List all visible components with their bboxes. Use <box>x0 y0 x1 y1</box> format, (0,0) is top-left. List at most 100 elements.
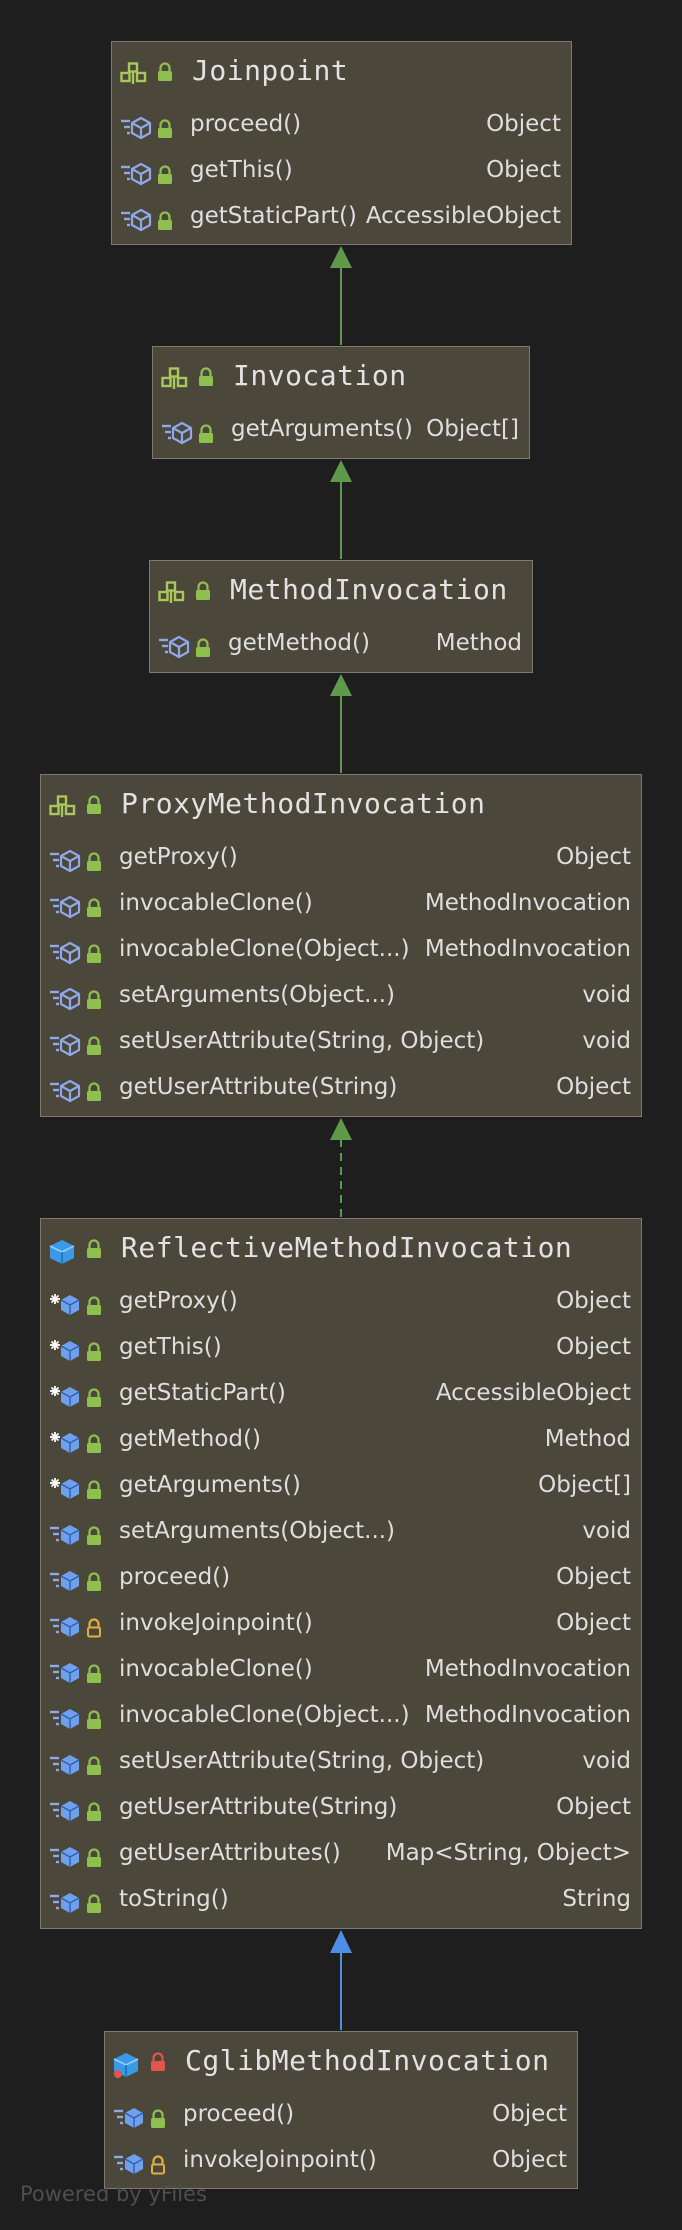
member-row[interactable]: setArguments(Object...) void <box>41 1511 641 1557</box>
return-type: AccessibleObject <box>365 203 561 229</box>
lock-icon <box>157 62 173 86</box>
method-name: setUserAttribute(String, Object) <box>119 1028 485 1054</box>
method-name: setArguments(Object...) <box>119 1518 396 1544</box>
abstract-method-icon <box>49 1033 83 1061</box>
method-icon <box>49 1615 83 1643</box>
member-row[interactable]: getMethod() Method <box>150 623 532 669</box>
node-header: ProxyMethodInvocation <box>41 775 641 837</box>
interface-icon <box>158 581 188 609</box>
lock-icon <box>86 1480 102 1504</box>
member-row[interactable]: invocableClone(Object...) MethodInvocati… <box>41 1695 641 1741</box>
member-row[interactable]: invocableClone() MethodInvocation <box>41 1649 641 1695</box>
member-row[interactable]: invokeJoinpoint() Object <box>41 1603 641 1649</box>
abstract-method-icon <box>49 849 83 877</box>
method-icon <box>49 1707 83 1735</box>
abstract-method-icon <box>49 1079 83 1107</box>
method-name: getThis() <box>190 157 293 183</box>
method-name: invokeJoinpoint() <box>119 1610 313 1636</box>
member-row[interactable]: proceed() Object <box>41 1557 641 1603</box>
member-row[interactable]: invokeJoinpoint() Object <box>105 2140 577 2186</box>
return-type: Object <box>556 1334 631 1360</box>
member-row[interactable]: proceed() Object <box>105 2094 577 2140</box>
abstract-method-icon <box>49 987 83 1015</box>
method-icon <box>49 1799 83 1827</box>
node-header: MethodInvocation <box>150 561 532 623</box>
member-row[interactable]: getUserAttribute(String) Object <box>41 1787 641 1833</box>
member-row[interactable]: setUserAttribute(String, Object) void <box>41 1021 641 1067</box>
method-name: proceed() <box>190 111 302 137</box>
method-name: getUserAttribute(String) <box>119 1074 398 1100</box>
member-row[interactable]: toString() String <box>41 1879 641 1925</box>
method-name: invocableClone(Object...) <box>119 1702 410 1728</box>
method-name: getStaticPart() <box>190 203 357 229</box>
node-cglibmethodinvocation[interactable]: CglibMethodInvocation proceed() Object i… <box>104 2031 578 2189</box>
node-joinpoint[interactable]: Joinpoint proceed() Object getThis() Obj… <box>111 41 572 245</box>
lock-icon <box>86 1848 102 1872</box>
return-type: MethodInvocation <box>424 1702 631 1728</box>
abstract-method-icon <box>49 895 83 923</box>
method-name: getMethod() <box>119 1426 261 1452</box>
method-name: toString() <box>119 1886 229 1912</box>
abstract-method-icon <box>49 941 83 969</box>
lock-icon <box>86 1572 102 1596</box>
lock-icon <box>86 1894 102 1918</box>
node-proxymethodinvocation[interactable]: ProxyMethodInvocation getProxy() Object … <box>40 774 642 1117</box>
return-type: Object <box>556 844 631 870</box>
return-type: Map<String, Object> <box>385 1840 631 1866</box>
abstract-method-icon <box>120 208 154 236</box>
lock-icon <box>86 990 102 1014</box>
lock-icon <box>198 424 214 448</box>
return-type: Object <box>556 1794 631 1820</box>
member-row[interactable]: getStaticPart() AccessibleObject <box>41 1373 641 1419</box>
node-title: ProxyMethodInvocation <box>121 787 486 820</box>
member-row[interactable]: getArguments() Object[] <box>41 1465 641 1511</box>
member-row[interactable]: proceed() Object <box>112 104 571 150</box>
method-icon <box>49 1569 83 1597</box>
member-row[interactable]: getUserAttribute(String) Object <box>41 1067 641 1113</box>
lock-icon <box>195 581 211 605</box>
return-type: MethodInvocation <box>424 1656 631 1682</box>
node-reflectivemethodinvocation[interactable]: ReflectiveMethodInvocation getProxy() Ob… <box>40 1218 642 1929</box>
member-row[interactable]: invocableClone(Object...) MethodInvocati… <box>41 929 641 975</box>
lock-icon <box>198 367 214 391</box>
member-row[interactable]: getProxy() Object <box>41 837 641 883</box>
return-type: Object <box>486 157 561 183</box>
node-title: CglibMethodInvocation <box>185 2044 550 2077</box>
method-name: invocableClone() <box>119 890 313 916</box>
lock-icon <box>86 1526 102 1550</box>
node-title: MethodInvocation <box>230 573 508 606</box>
member-row[interactable]: invocableClone() MethodInvocation <box>41 883 641 929</box>
node-header: ReflectiveMethodInvocation <box>41 1219 641 1281</box>
abstract-method-icon <box>120 162 154 190</box>
member-row[interactable]: getMethod() Method <box>41 1419 641 1465</box>
method-name: getThis() <box>119 1334 222 1360</box>
method-name: getProxy() <box>119 1288 238 1314</box>
member-row[interactable]: getThis() Object <box>112 150 571 196</box>
method-name: invocableClone(Object...) <box>119 936 410 962</box>
arrowhead-methodinvocation <box>330 674 352 696</box>
method-icon <box>113 2106 147 2134</box>
node-methodinvocation[interactable]: MethodInvocation getMethod() Method <box>149 560 533 673</box>
lock-icon <box>86 1388 102 1412</box>
powered-by-footer: Powered by yFiles <box>20 2182 207 2206</box>
member-row[interactable]: getThis() Object <box>41 1327 641 1373</box>
return-type: String <box>562 1886 631 1912</box>
return-type: MethodInvocation <box>424 890 631 916</box>
member-row[interactable]: setArguments(Object...) void <box>41 975 641 1021</box>
lock-icon <box>86 1296 102 1320</box>
member-row[interactable]: getProxy() Object <box>41 1281 641 1327</box>
method-name: getStaticPart() <box>119 1380 286 1406</box>
member-row[interactable]: getArguments() Object[] <box>153 409 529 455</box>
method-name: proceed() <box>183 2101 295 2127</box>
method-icon <box>49 1661 83 1689</box>
lock-icon <box>86 1239 102 1263</box>
method-name: getArguments() <box>231 416 413 442</box>
member-row[interactable]: getStaticPart() AccessibleObject <box>112 196 571 242</box>
return-type: void <box>582 1028 631 1054</box>
final-method-icon <box>49 1293 83 1321</box>
node-invocation[interactable]: Invocation getArguments() Object[] <box>152 346 530 459</box>
method-icon <box>49 1891 83 1919</box>
protected-lock-icon <box>86 1618 102 1642</box>
member-row[interactable]: getUserAttributes() Map<String, Object> <box>41 1833 641 1879</box>
member-row[interactable]: setUserAttribute(String, Object) void <box>41 1741 641 1787</box>
